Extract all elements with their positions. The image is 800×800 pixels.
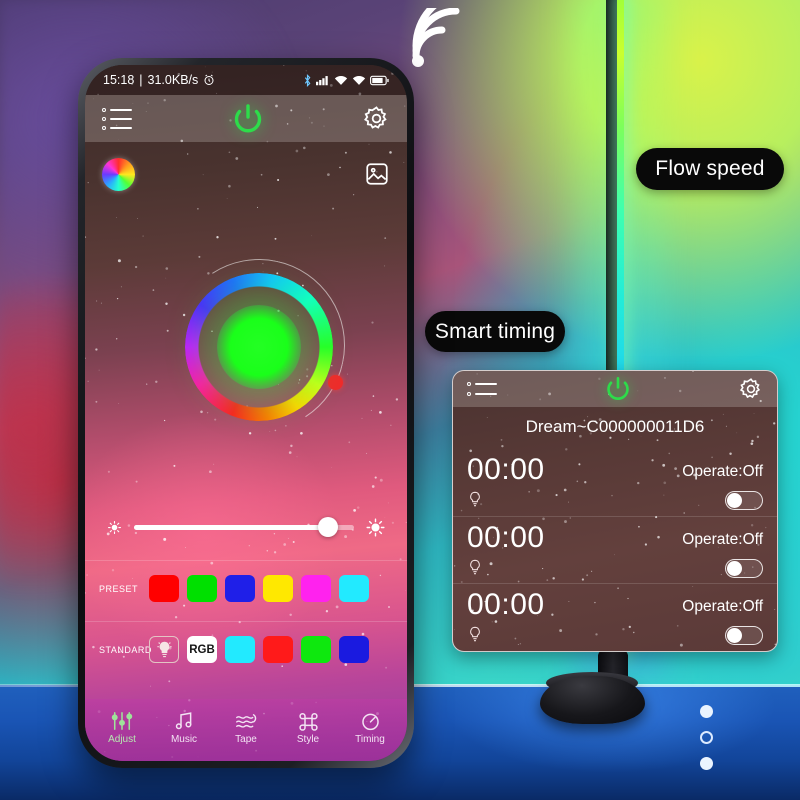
- light-bulb-icon: [470, 491, 480, 507]
- standard-swatch[interactable]: [301, 636, 331, 663]
- standard-swatches: RGB: [149, 636, 369, 663]
- preset-swatch[interactable]: [263, 575, 293, 602]
- smart-timing-panel: Dream~C000000011D6 00:00 Operate:Off 00:…: [452, 370, 778, 652]
- preset-swatch[interactable]: [225, 575, 255, 602]
- brightness-knob[interactable]: [317, 517, 338, 537]
- timer-toggle[interactable]: [725, 626, 763, 645]
- music-note-icon: [175, 712, 191, 730]
- sliders-icon: [111, 712, 133, 730]
- list-menu-icon[interactable]: [467, 382, 497, 396]
- timer-time[interactable]: 00:00: [467, 521, 545, 555]
- nav-item-music[interactable]: Music: [156, 711, 212, 745]
- preset-swatches: [149, 575, 369, 602]
- rgb-mode-button[interactable]: RGB: [187, 636, 217, 663]
- stopwatch-icon: [361, 713, 379, 731]
- page-indicator-dots: [700, 705, 713, 770]
- command-icon: [298, 713, 318, 731]
- page-dot: [700, 731, 713, 744]
- callout-smart-timing-label: Smart timing: [434, 319, 556, 343]
- power-button-icon[interactable]: [604, 375, 632, 403]
- timer-operate-status[interactable]: Operate:Off: [682, 531, 763, 549]
- cellular-signal-icon: [316, 76, 328, 86]
- timer-time[interactable]: 00:00: [467, 588, 545, 622]
- standard-swatch[interactable]: [263, 636, 293, 663]
- phone-screen: 15:18 | 31.0KB/s PRESET STANDARD RGB Adj…: [85, 65, 407, 761]
- brightness-low-icon: [108, 520, 121, 534]
- status-separator: |: [139, 73, 143, 87]
- brightness-track[interactable]: [134, 517, 354, 537]
- preset-label: PRESET: [99, 583, 139, 594]
- nav-item-adjust[interactable]: Adjust: [94, 711, 150, 745]
- flow-speed-handle[interactable]: [328, 375, 343, 390]
- timer-time[interactable]: 00:00: [467, 453, 545, 487]
- nav-item-tape[interactable]: Tape: [218, 711, 274, 745]
- alarm-clock-icon: [204, 74, 214, 85]
- standard-label: STANDARD: [99, 644, 152, 655]
- nav-label-tape: Tape: [235, 734, 257, 745]
- wifi-plus-icon: [334, 75, 348, 85]
- color-wheel-icon[interactable]: [102, 157, 135, 191]
- light-bulb-icon[interactable]: [149, 636, 179, 663]
- app-top-bar: [85, 95, 407, 142]
- status-network-speed: 31.0KB/s: [147, 73, 199, 87]
- status-time: 15:18: [103, 73, 135, 87]
- wifi-icon: [352, 75, 366, 85]
- nav-label-style: Style: [296, 734, 320, 745]
- list-menu-icon[interactable]: [102, 107, 132, 130]
- standard-colors-row: STANDARD RGB: [85, 621, 407, 677]
- preset-colors-row: PRESET: [85, 560, 407, 616]
- app-icon-row: [85, 151, 407, 197]
- brightness-high-icon: [366, 517, 385, 537]
- gear-icon[interactable]: [363, 105, 390, 132]
- lamp-base: [540, 676, 645, 724]
- waves-icon: [235, 714, 256, 728]
- standard-swatch[interactable]: [339, 636, 369, 663]
- preset-swatch[interactable]: [301, 575, 331, 602]
- nav-item-timing[interactable]: Timing: [342, 711, 398, 745]
- preset-swatch[interactable]: [339, 575, 369, 602]
- light-bulb-icon: [470, 559, 480, 575]
- nav-item-style[interactable]: Style: [280, 711, 336, 745]
- timer-toggle[interactable]: [725, 559, 763, 578]
- callout-smart-timing: Smart timing: [425, 311, 565, 352]
- preset-swatch[interactable]: [149, 575, 179, 602]
- nav-label-timing: Timing: [355, 734, 385, 745]
- brightness-slider-row[interactable]: [85, 505, 407, 549]
- nav-label-adjust: Adjust: [108, 734, 136, 745]
- device-name-label: Dream~C000000011D6: [525, 417, 705, 436]
- timer-toggle[interactable]: [725, 491, 763, 510]
- bluetooth-icon: [304, 73, 311, 87]
- timer-operate-status[interactable]: Operate:Off: [682, 598, 763, 616]
- timer-operate-status[interactable]: Operate:Off: [682, 463, 763, 481]
- image-picker-icon[interactable]: [364, 161, 390, 187]
- timer-row[interactable]: 00:00 Operate:Off: [453, 583, 777, 650]
- standard-swatch[interactable]: [225, 636, 255, 663]
- color-picker-area[interactable]: [85, 242, 407, 475]
- smartphone-mockup: 15:18 | 31.0KB/s PRESET STANDARD RGB Adj…: [78, 58, 414, 768]
- gear-icon[interactable]: [739, 377, 763, 401]
- timing-panel-top-bar: [453, 371, 777, 407]
- nav-label-music: Music: [170, 734, 198, 745]
- wifi-icon: [412, 8, 460, 67]
- light-bulb-icon: [470, 626, 480, 642]
- brightness-fill: [134, 524, 328, 530]
- callout-flow-speed-label: Flow speed: [655, 157, 765, 180]
- battery-icon: [370, 75, 389, 85]
- power-button-icon[interactable]: [231, 102, 265, 136]
- preset-swatch[interactable]: [187, 575, 217, 602]
- callout-flow-speed: Flow speed: [636, 148, 784, 190]
- page-dot: [700, 757, 713, 770]
- timer-row[interactable]: 00:00 Operate:Off: [453, 449, 777, 516]
- selected-color-preview: [217, 305, 301, 389]
- timer-row[interactable]: 00:00 Operate:Off: [453, 516, 777, 583]
- phone-status-bar: 15:18 | 31.0KB/s: [85, 65, 407, 95]
- app-bottom-nav: Adjust Music Tape Style Timing: [85, 699, 407, 761]
- page-dot: [700, 705, 713, 718]
